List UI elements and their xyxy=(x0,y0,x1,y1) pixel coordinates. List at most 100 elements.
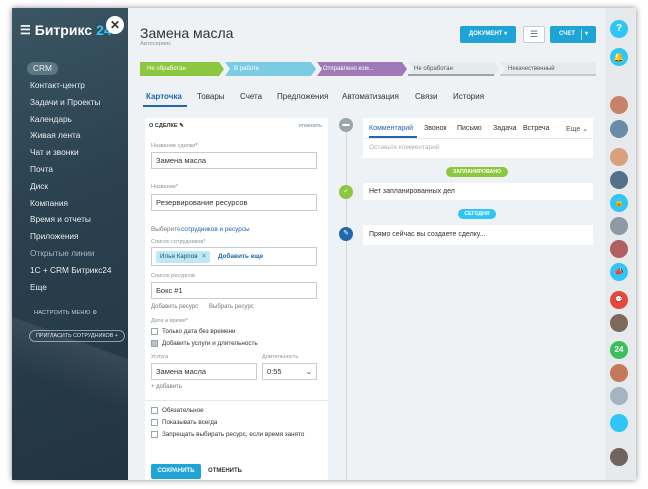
sidebar-item-mail[interactable]: Почта xyxy=(30,161,126,178)
forbid-busy-label: Запрещать выбирать ресурс, если время за… xyxy=(162,431,305,438)
lock-icon[interactable]: 🔒 xyxy=(610,194,628,212)
employee-tag[interactable]: Илья Карпов ✕ xyxy=(156,251,211,263)
chat-bubble-icon[interactable]: 💬 xyxy=(610,291,628,309)
form-cancel-link[interactable]: отменить xyxy=(299,123,322,129)
save-button[interactable]: СОХРАНИТЬ xyxy=(151,464,201,479)
resource-input[interactable]: Бокс #1 xyxy=(151,282,317,299)
tab-email[interactable]: Письмо xyxy=(457,125,482,132)
avatar[interactable] xyxy=(610,240,628,258)
logo-text: Битрикс xyxy=(34,22,93,38)
only-date-checkbox[interactable] xyxy=(151,328,158,335)
avatar[interactable] xyxy=(610,148,628,166)
divider xyxy=(145,400,328,401)
notifications-bell-icon[interactable]: 🔔 xyxy=(610,48,628,66)
duration-label: Длительность xyxy=(262,354,299,360)
add-more-link[interactable]: Добавить еще xyxy=(218,253,263,260)
invite-employees-button[interactable]: ПРИГЛАСИТЬ СОТРУДНИКОВ + xyxy=(29,330,125,342)
datetime-label: Дата и время* xyxy=(151,318,188,324)
employees-label-text: Список сотрудников xyxy=(151,239,204,245)
sidebar-item-chat[interactable]: Чат и звонки xyxy=(30,144,126,161)
duration-value: 0:55 xyxy=(267,367,282,376)
name-input[interactable]: Резервирование ресурсов xyxy=(151,194,317,211)
bitrix24-icon[interactable]: 24 xyxy=(610,341,628,359)
stage-1-label: Не обработан xyxy=(147,66,186,72)
list-view-button[interactable]: ☰ xyxy=(523,26,545,43)
stage-3-label: Отправлено ком... xyxy=(323,66,374,72)
sidebar-item-company[interactable]: Компания xyxy=(30,195,126,212)
avatar[interactable] xyxy=(610,314,628,332)
planned-item: Нет запланированных дел xyxy=(363,183,593,200)
deal-form-card: О СДЕЛКЕ ✎ отменить Название сделки* Зам… xyxy=(145,118,328,480)
document-button[interactable]: ДОКУМЕНТ ▾ xyxy=(460,26,516,43)
sidebar-item-disk[interactable]: Диск xyxy=(30,178,126,195)
add-service-link[interactable]: + добавить xyxy=(151,384,182,390)
cancel-button[interactable]: ОТМЕНИТЬ xyxy=(208,464,242,479)
activity-editor: Комментарий Звонок Письмо Задача Встреча… xyxy=(363,118,593,158)
chevron-down-icon: ⌄ xyxy=(305,367,312,376)
calendar-check-icon: ✓ xyxy=(339,185,353,199)
only-date-label: Только дата без времени xyxy=(162,328,236,335)
avatar[interactable] xyxy=(610,96,628,114)
name-label-text: Название xyxy=(151,184,176,190)
sidebar-item-time-reports[interactable]: Время и отчеты xyxy=(30,211,126,228)
avatar[interactable] xyxy=(610,120,628,138)
creating-now-text: Прямо сейчас вы создаете сделку... xyxy=(369,231,486,238)
avatar[interactable] xyxy=(610,448,628,466)
apple-icon[interactable] xyxy=(610,414,628,432)
tab-invoices[interactable]: Счета xyxy=(240,92,262,101)
show-always-checkbox[interactable] xyxy=(151,419,158,426)
avatar[interactable] xyxy=(610,217,628,235)
tab-meeting[interactable]: Встреча xyxy=(523,125,549,132)
tab-products[interactable]: Товары xyxy=(197,92,225,101)
pencil-icon[interactable]: ✎ xyxy=(179,123,184,129)
tab-more[interactable]: Еще ⌄ xyxy=(566,125,588,133)
duration-select[interactable]: 0:55 ⌄ xyxy=(262,363,317,380)
sidebar-menu: CRM Контакт-центр Задачи и Проекты Кален… xyxy=(27,58,126,296)
help-icon[interactable]: ? xyxy=(610,20,628,38)
tab-links[interactable]: Связи xyxy=(415,92,437,101)
forbid-busy-checkbox[interactable] xyxy=(151,431,158,438)
deal-name-label-text: Название сделки xyxy=(151,143,196,149)
choose-resource-link[interactable]: Выбрать ресурс xyxy=(209,304,254,310)
close-icon[interactable]: ✕ xyxy=(106,16,124,34)
tab-task[interactable]: Задача xyxy=(493,125,517,132)
tab-comment[interactable]: Комментарий xyxy=(369,125,413,132)
add-services-checkbox[interactable] xyxy=(151,340,158,347)
deal-name-input[interactable]: Замена масла xyxy=(151,152,317,169)
tab-history[interactable]: История xyxy=(453,92,484,101)
comment-input[interactable]: Оставьте комментарий xyxy=(369,144,440,151)
sidebar-item-apps[interactable]: Приложения xyxy=(30,228,126,245)
sidebar-item-more[interactable]: Еще xyxy=(30,279,126,296)
sidebar-item-crm[interactable]: CRM xyxy=(27,62,58,75)
sidebar-item-feed[interactable]: Живая лента xyxy=(30,127,126,144)
chevron-down-icon: ▾ xyxy=(504,31,508,37)
setup-menu-link[interactable]: НАСТРОИТЬ МЕНЮ ⚙ xyxy=(34,310,97,316)
avatar[interactable] xyxy=(610,387,628,405)
tab-more-label: Еще xyxy=(566,126,581,133)
choose-resources-link[interactable]: сотрудников и ресурсы xyxy=(181,226,250,233)
tab-card[interactable]: Карточка xyxy=(146,92,182,101)
deal-name-label: Название сделки* xyxy=(151,143,198,149)
menu-burger-icon[interactable]: ☰ xyxy=(20,23,31,37)
add-resource-link[interactable]: Добавить ресурс xyxy=(151,304,198,310)
required-label: Обязательное xyxy=(162,407,204,414)
tab-automation[interactable]: Автоматизация xyxy=(342,92,399,101)
avatar[interactable] xyxy=(610,364,628,382)
sidebar-item-tasks[interactable]: Задачи и Проекты xyxy=(30,94,126,111)
avatar[interactable] xyxy=(610,171,628,189)
sidebar-item-calendar[interactable]: Календарь xyxy=(30,111,126,128)
employee-tag-label: Илья Карпов xyxy=(160,253,198,260)
tab-offers[interactable]: Предложения xyxy=(277,92,328,101)
close-icon[interactable]: ✕ xyxy=(201,253,206,260)
logo[interactable]: ☰ Битрикс 24 xyxy=(20,22,112,38)
sidebar-item-1c-crm[interactable]: 1С + CRM Битрикс24 xyxy=(30,262,126,279)
megaphone-icon[interactable]: 📣 xyxy=(610,263,628,281)
sidebar-item-contact-center[interactable]: Контакт-центр xyxy=(30,77,126,94)
service-input[interactable]: Замена масла xyxy=(151,363,257,380)
required-checkbox[interactable] xyxy=(151,407,158,414)
sidebar-item-open-lines[interactable]: Открытые линии xyxy=(30,245,126,262)
tab-call[interactable]: Звонок xyxy=(424,125,447,132)
chevron-down-icon[interactable]: ▾ xyxy=(585,26,588,43)
left-sidebar: ☰ Битрикс 24 ✕ CRM Контакт-центр Задачи … xyxy=(12,8,128,480)
invoice-button[interactable]: СЧЕТ ▾ xyxy=(550,26,596,43)
